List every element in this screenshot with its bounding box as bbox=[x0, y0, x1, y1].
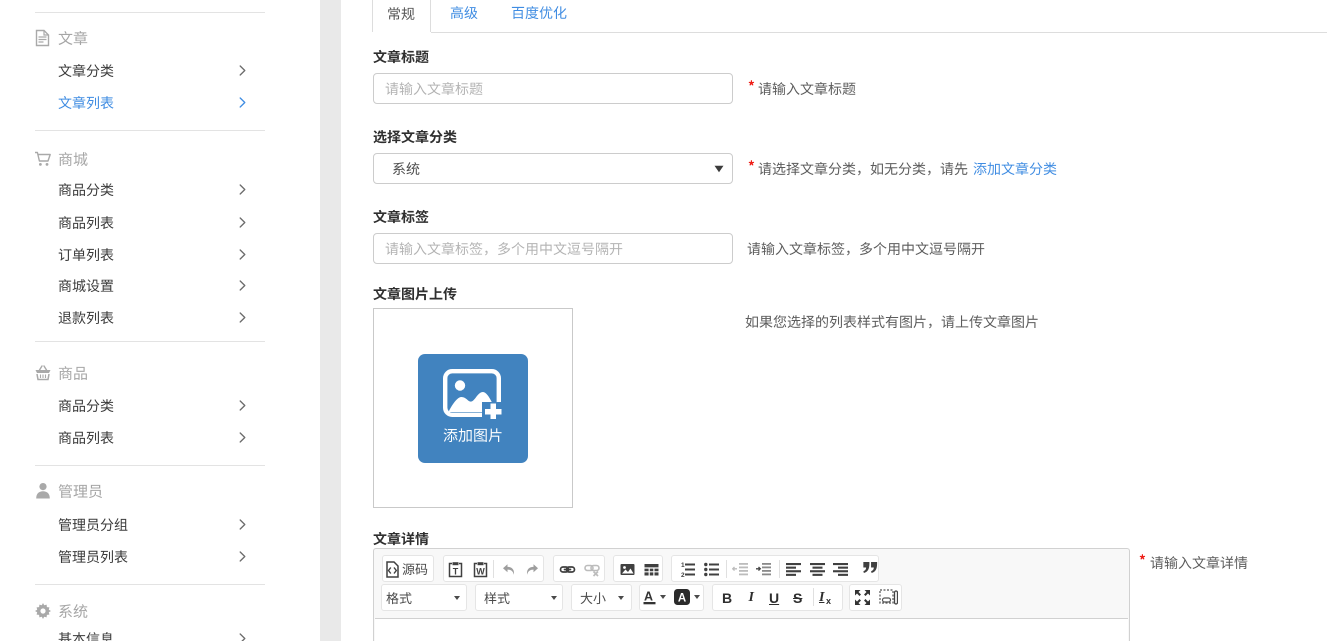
svg-text:2: 2 bbox=[681, 572, 685, 578]
svg-text:T: T bbox=[453, 566, 459, 576]
svg-text:W: W bbox=[476, 566, 485, 576]
svg-text:1: 1 bbox=[681, 562, 685, 569]
svg-text:A: A bbox=[644, 590, 653, 604]
svg-text:A: A bbox=[678, 593, 686, 605]
